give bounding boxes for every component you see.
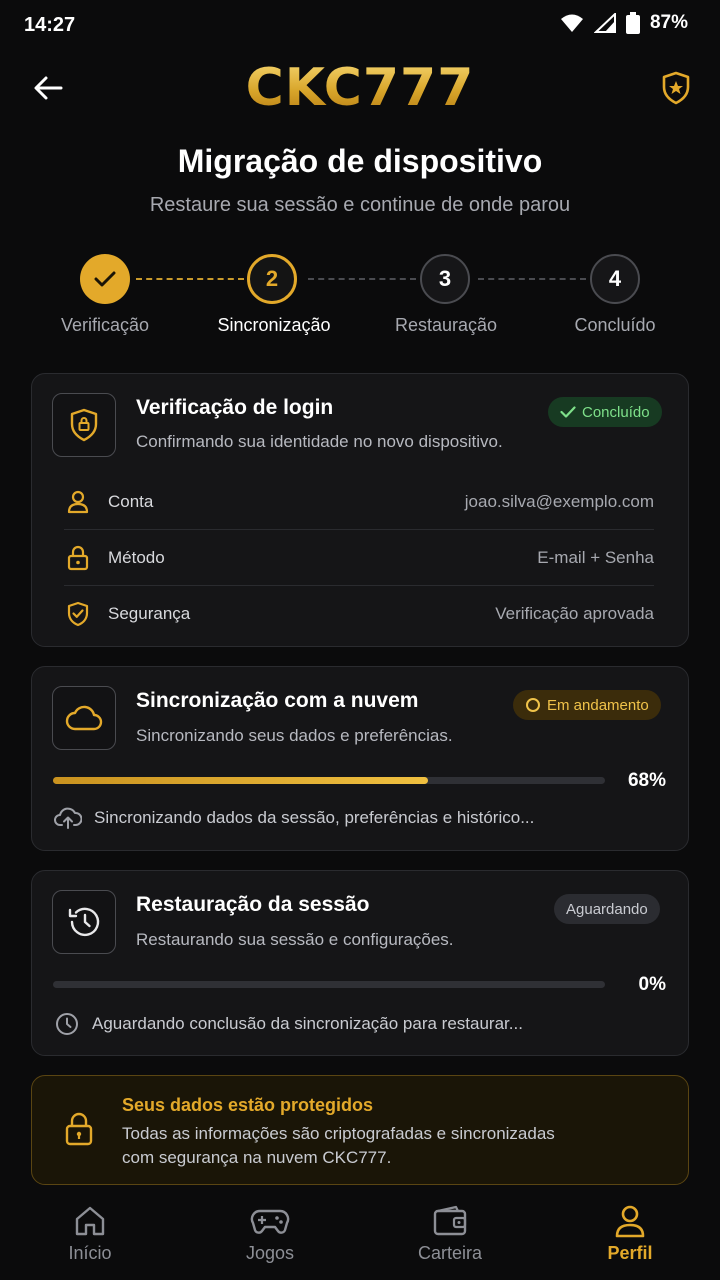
restore-icon-box	[52, 890, 116, 954]
login-card-title: Verificação de login	[136, 396, 334, 419]
signal-icon	[593, 13, 616, 33]
status-badge-waiting: Aguardando	[554, 894, 660, 924]
restore-card-title: Restauração da sessão	[136, 893, 370, 916]
status-icons: 87%	[560, 12, 688, 34]
step-2-circle: 2	[247, 254, 297, 304]
wallet-icon	[432, 1203, 468, 1239]
nav-games[interactable]: Jogos	[180, 1186, 360, 1280]
user-icon	[64, 490, 92, 514]
status-time: 14:27	[24, 14, 76, 36]
nav-home-label: Início	[68, 1242, 112, 1263]
nav-wallet[interactable]: Carteira	[360, 1186, 540, 1280]
protected-text-line1: Todas as informações são criptografadas …	[122, 1124, 555, 1143]
home-icon	[73, 1203, 107, 1239]
nav-games-label: Jogos	[245, 1242, 295, 1263]
restore-progress-percent: 0%	[638, 974, 666, 995]
sync-progress-percent: 68%	[627, 770, 666, 791]
nav-profile[interactable]: Perfil	[540, 1186, 720, 1280]
cloud-icon	[65, 705, 103, 731]
detail-row-method: Método E-mail + Senha	[64, 530, 654, 586]
login-icon-box	[52, 393, 116, 457]
padlock-icon	[64, 1112, 94, 1151]
sync-note-text: Sincronizando dados da sessão, preferênc…	[94, 808, 535, 827]
shield-star-icon	[662, 71, 690, 105]
detail-row-security: Segurança Verificação aprovada	[64, 586, 654, 642]
restore-progress-bar	[53, 981, 605, 988]
nav-home[interactable]: Início	[0, 1186, 180, 1280]
restore-note: Aguardando conclusão da sincronização pa…	[54, 1011, 523, 1037]
nav-wallet-label: Carteira	[417, 1242, 483, 1263]
sync-note: Sincronizando dados da sessão, preferênc…	[54, 806, 534, 830]
battery-icon	[625, 12, 640, 34]
cloud-upload-icon	[54, 807, 82, 829]
security-button[interactable]	[656, 68, 696, 108]
detail-label: Método	[108, 547, 165, 567]
sync-card-title: Sincronização com a nuvem	[136, 689, 419, 712]
nav-profile-label: Perfil	[607, 1242, 653, 1263]
sync-progress-fill	[53, 777, 429, 784]
step-4-circle: 4	[590, 254, 640, 304]
shield-lock-icon	[70, 408, 98, 442]
badge-label: Em andamento	[547, 696, 649, 714]
check-icon	[560, 406, 576, 418]
page-subtitle: Restaure sua sessão e continue de onde p…	[149, 194, 571, 216]
step-3-circle: 3	[420, 254, 470, 304]
detail-label: Conta	[108, 491, 154, 511]
battery-percent: 87%	[649, 12, 688, 33]
profile-icon	[614, 1203, 646, 1239]
page-title: Migração de dispositivo	[177, 143, 543, 179]
step-connector	[136, 278, 244, 280]
step-connector	[478, 278, 586, 280]
step-4-label: Concluído	[574, 315, 656, 335]
restore-card-subtitle: Restaurando sua sessão e configurações.	[136, 930, 454, 949]
step-1-circle	[80, 254, 130, 304]
wifi-icon	[560, 14, 583, 32]
detail-row-account: Conta joao.silva@exemplo.com	[64, 474, 654, 530]
status-badge-completed: Concluído	[548, 397, 662, 427]
badge-label: Aguardando	[566, 900, 648, 918]
status-badge-in-progress: Em andamento	[513, 690, 661, 720]
sync-card-subtitle: Sincronizando seus dados e preferências.	[136, 726, 453, 745]
protected-text-line2: com segurança na nuvem CKC777.	[122, 1148, 392, 1167]
check-icon	[94, 271, 116, 287]
gamepad-icon	[250, 1203, 290, 1239]
login-method: E-mail + Senha	[537, 547, 654, 567]
badge-label: Concluído	[582, 403, 650, 421]
step-connector	[308, 278, 416, 280]
account-email: joao.silva@exemplo.com	[464, 491, 654, 511]
protected-title: Seus dados estão protegidos	[122, 1095, 374, 1115]
sync-icon-box	[52, 686, 116, 750]
brand-logo: CKC777	[0, 58, 720, 118]
restore-note-text: Aguardando conclusão da sincronização pa…	[92, 1014, 523, 1033]
security-status: Verificação aprovada	[495, 604, 654, 623]
shield-check-icon	[64, 601, 92, 627]
step-2-label: Sincronização	[217, 315, 331, 335]
history-icon	[68, 907, 100, 937]
detail-label: Segurança	[108, 604, 191, 623]
login-card-subtitle: Confirmando sua identidade no novo dispo…	[136, 432, 503, 451]
lock-icon	[64, 545, 92, 571]
circle-icon	[526, 698, 540, 712]
clock-icon	[56, 1013, 78, 1035]
bottom-navigation: Início Jogos Carteira Perfil	[0, 1186, 720, 1280]
sync-progress-bar	[53, 777, 605, 784]
